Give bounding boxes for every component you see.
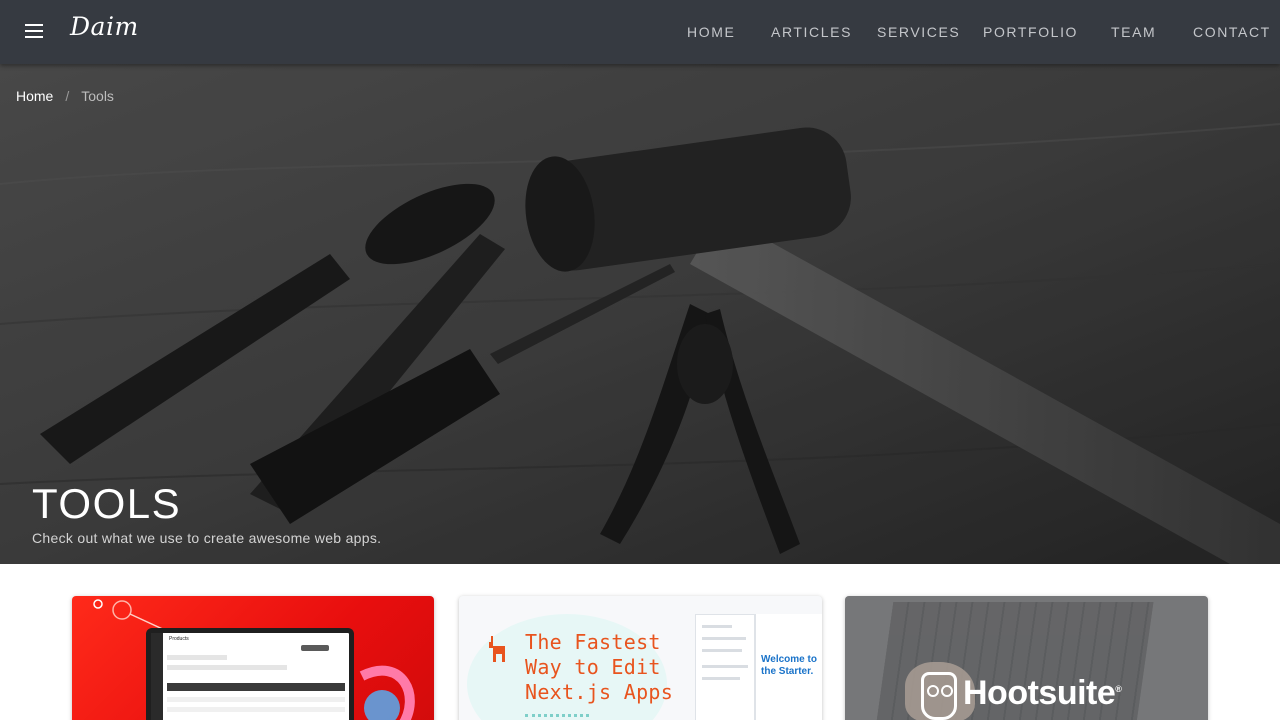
llama-icon <box>489 636 505 662</box>
card-headline: The Fastest Way to Edit Next.js Apps <box>525 630 674 704</box>
nav-home[interactable]: HOME <box>687 24 735 40</box>
page-title: TOOLS <box>32 480 182 527</box>
preview-welcome-text: Welcome to the Starter. <box>761 654 817 677</box>
hero-banner: Home / Tools TOOLS Check out what we use t… <box>0 64 1280 564</box>
breadcrumb-home[interactable]: Home <box>16 88 53 104</box>
nav-services[interactable]: SERVICES <box>877 24 960 40</box>
tool-card-2[interactable]: The Fastest Way to Edit Next.js Apps Wel… <box>459 596 822 720</box>
tools-hero-image <box>0 64 1280 564</box>
tool-card-1[interactable]: Products <box>72 596 434 720</box>
menu-icon[interactable] <box>24 24 44 40</box>
top-app-bar: Daim HOME ARTICLES SERVICES PORTFOLIO TE… <box>0 0 1280 64</box>
nav-portfolio[interactable]: PORTFOLIO <box>983 24 1078 40</box>
breadcrumb-current: Tools <box>81 88 114 104</box>
nav-contact[interactable]: CONTACT <box>1193 24 1271 40</box>
screen-title: Products <box>169 636 189 642</box>
owl-logo-icon <box>921 672 957 720</box>
editor-sidebar <box>695 614 755 720</box>
brand-name: Hootsuite® <box>963 674 1122 712</box>
nav-team[interactable]: TEAM <box>1111 24 1156 40</box>
breadcrumb-separator: / <box>65 88 70 104</box>
nav-articles[interactable]: ARTICLES <box>771 24 852 40</box>
site-logo[interactable]: Daim <box>70 12 139 41</box>
product-dashboard-screen: Products <box>146 628 354 720</box>
page-subtitle: Check out what we use to create awesome … <box>32 530 382 546</box>
tool-card-3[interactable]: Hootsuite® <box>845 596 1208 720</box>
breadcrumb: Home / Tools <box>16 88 114 104</box>
